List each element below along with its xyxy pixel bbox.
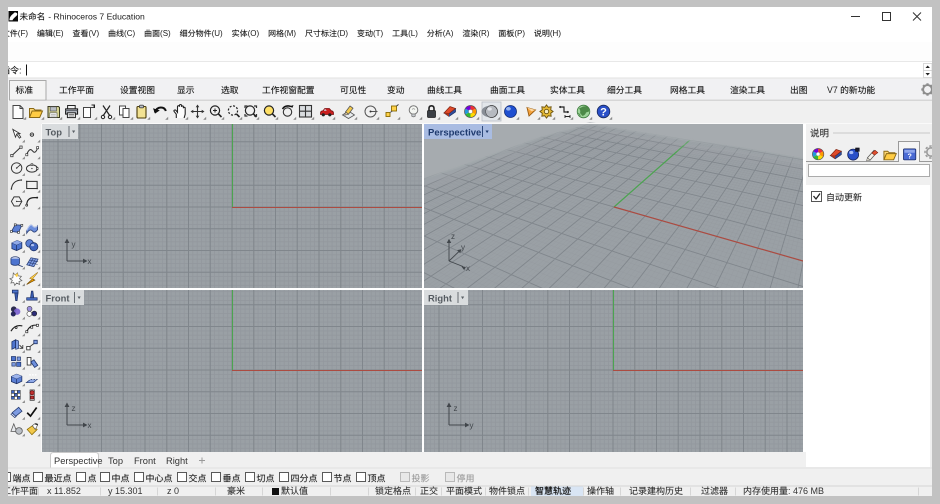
svg-text:x: x (88, 421, 92, 430)
svg-text:?: ? (907, 152, 911, 160)
svg-text:(O): (O) (248, 29, 260, 38)
svg-text:Perspective: Perspective (54, 456, 103, 466)
svg-text:(A): (A) (443, 29, 454, 38)
svg-text:z: z (451, 232, 455, 241)
svg-text:(F): (F) (18, 29, 29, 38)
svg-text:Perspective: Perspective (428, 128, 481, 139)
svg-text:(S): (S) (160, 29, 171, 38)
svg-text:y: y (461, 243, 465, 252)
svg-text:(C): (C) (124, 29, 135, 38)
svg-text:Front: Front (134, 456, 156, 466)
svg-text:x 11.852: x 11.852 (47, 486, 81, 496)
svg-text:Top: Top (108, 456, 123, 466)
svg-text:- Rhinoceros 7 Education: - Rhinoceros 7 Education (48, 12, 145, 22)
svg-text:(M): (M) (284, 29, 296, 38)
svg-text:(D): (D) (337, 29, 348, 38)
svg-text:: 476 MB: : 476 MB (788, 486, 824, 496)
svg-text:z: z (454, 404, 458, 413)
svg-text:Top: Top (46, 127, 63, 138)
svg-text:Right: Right (166, 456, 188, 466)
svg-text:(V): (V) (88, 29, 99, 38)
svg-text:y: y (72, 240, 76, 249)
svg-text:Right: Right (428, 293, 452, 304)
svg-text:V7: V7 (827, 85, 838, 95)
svg-text:x: x (88, 257, 92, 266)
svg-text:(R): (R) (478, 29, 489, 38)
svg-text:(U): (U) (212, 29, 223, 38)
svg-text:y 15.301: y 15.301 (108, 486, 143, 496)
svg-text:y: y (470, 421, 474, 430)
svg-text:(L): (L) (408, 29, 418, 38)
svg-text:(E): (E) (53, 29, 64, 38)
svg-text:z: z (72, 404, 76, 413)
svg-text::: : (19, 66, 22, 76)
svg-text:z 0: z 0 (167, 486, 179, 496)
svg-text:?: ? (600, 106, 607, 118)
svg-text:(H): (H) (550, 29, 561, 38)
svg-text:(T): (T) (373, 29, 384, 38)
svg-text:Front: Front (46, 293, 70, 304)
svg-text:(P): (P) (514, 29, 525, 38)
svg-text:x: x (466, 264, 470, 273)
